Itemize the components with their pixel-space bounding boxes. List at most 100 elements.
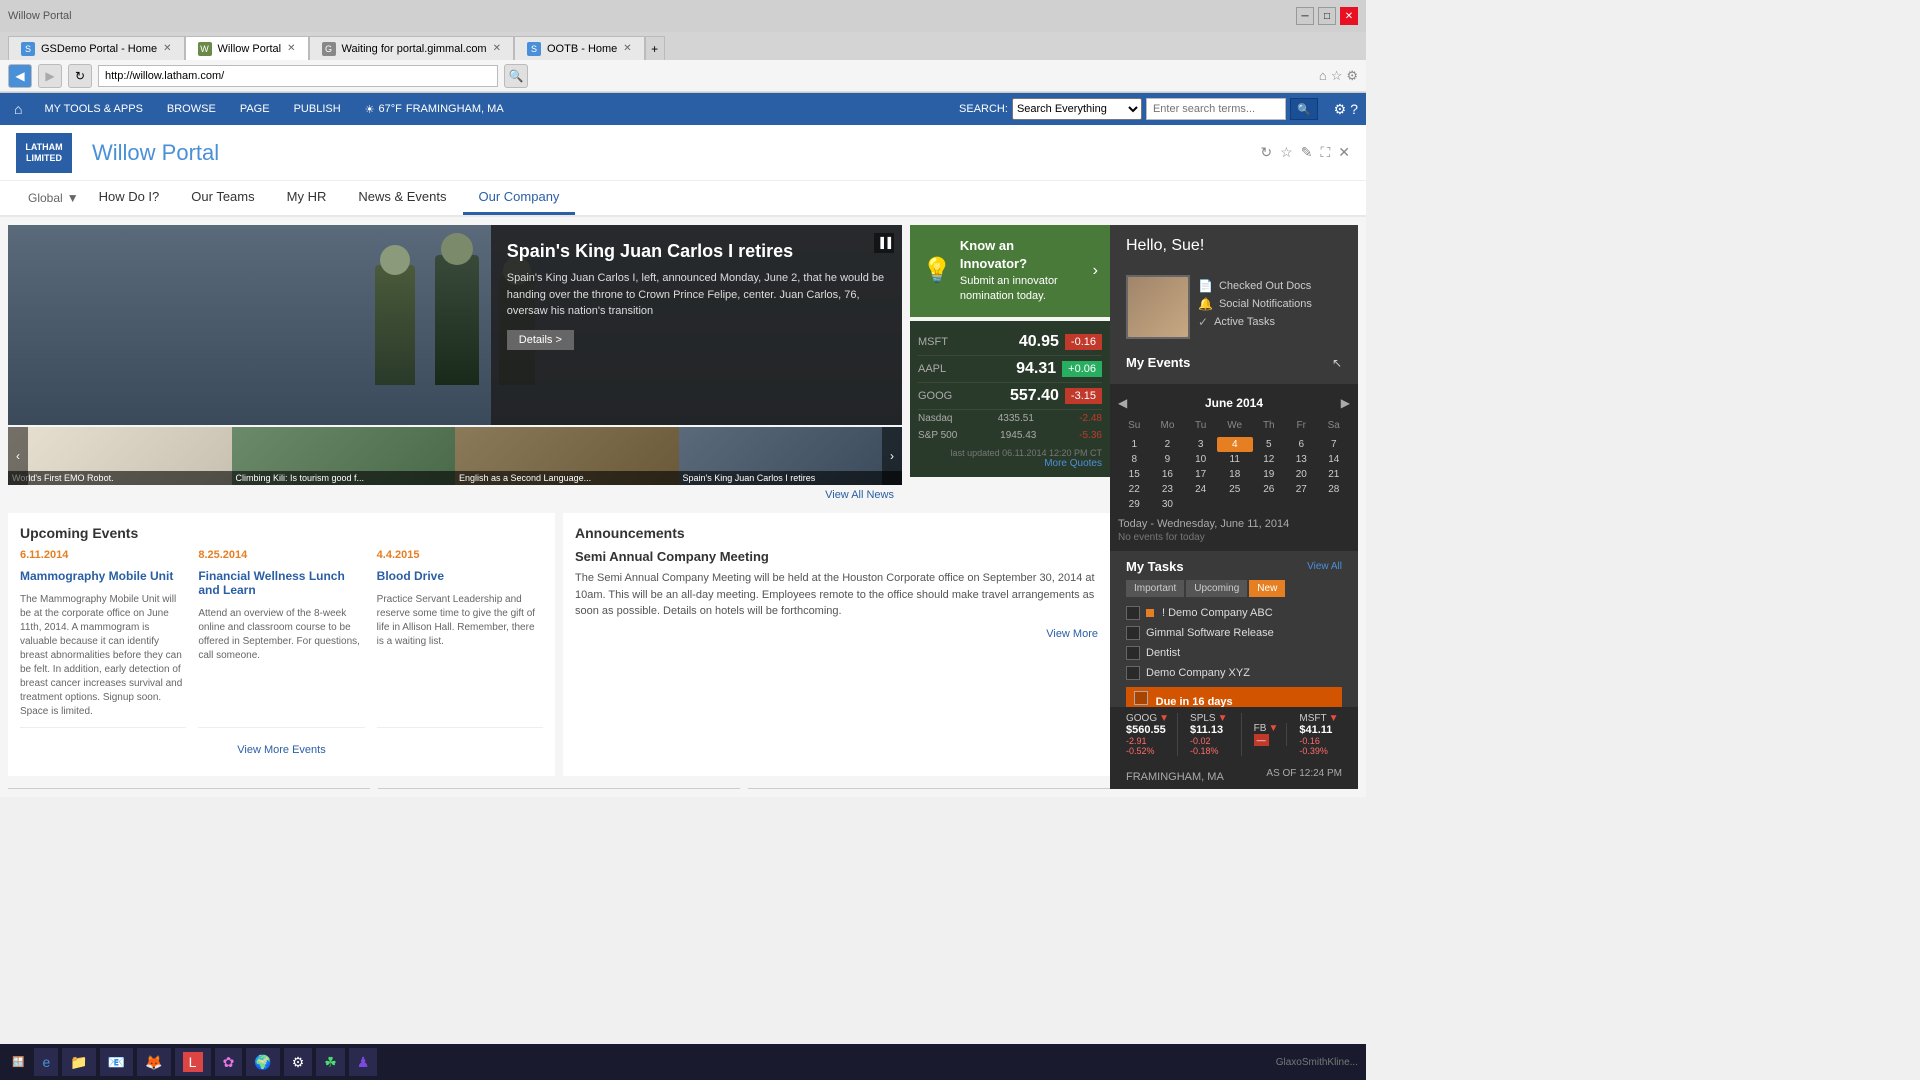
event-title-2[interactable]: Financial Wellness Lunch and Learn [198,569,364,597]
close-panel-icon[interactable]: ✕ [1338,144,1350,161]
cal-day[interactable]: 23 [1150,482,1184,497]
back-button[interactable]: ◀ [8,64,32,88]
thumbnail-1[interactable]: World's First EMO Robot. [8,427,232,485]
cal-day[interactable]: 6 [1285,437,1317,452]
cal-day[interactable]: 9 [1150,452,1184,467]
calendar-next-button[interactable]: ▶ [1341,396,1350,410]
task-tab-upcoming[interactable]: Upcoming [1186,580,1247,597]
cal-day[interactable]: 12 [1253,452,1285,467]
cal-day[interactable]: 20 [1285,467,1317,482]
cal-day[interactable]: 10 [1184,452,1216,467]
cal-day[interactable]: 21 [1318,467,1351,482]
slider-next-button[interactable]: › [882,427,902,485]
taskbar-app2[interactable]: ☘ [316,1048,345,1076]
nav-news-events[interactable]: News & Events [342,181,462,215]
location-info-bar[interactable]: My Location Information [748,788,1110,789]
my-tools-button[interactable]: MY TOOLS & APPS [36,99,150,119]
taskbar-ie[interactable]: e [34,1048,58,1076]
event-title-1[interactable]: Mammography Mobile Unit [20,569,186,583]
taskbar-app1[interactable]: ✿ [215,1048,243,1076]
cal-day[interactable]: 2 [1150,437,1184,452]
cal-day[interactable]: 25 [1217,482,1253,497]
page-button[interactable]: PAGE [232,99,278,119]
cal-day-today[interactable]: 4 [1217,437,1253,452]
slider-pause-button[interactable]: ▐▐ [874,233,894,253]
close-button[interactable]: ✕ [1340,7,1358,25]
cal-day[interactable]: 30 [1150,497,1184,512]
global-dropdown[interactable]: Global ▼ [24,183,83,213]
cal-day[interactable]: 11 [1217,452,1253,467]
cal-day[interactable]: 7 [1318,437,1351,452]
task-tab-important[interactable]: Important [1126,580,1184,597]
task-checkbox-1[interactable] [1126,606,1140,620]
cal-day[interactable]: 26 [1253,482,1285,497]
refresh-icon[interactable]: ↻ [1260,144,1272,161]
tab-willow[interactable]: W Willow Portal ✕ [185,36,309,60]
taskbar-settings[interactable]: ⚙ [284,1048,313,1076]
cal-day[interactable]: 28 [1318,482,1351,497]
hero-details-button[interactable]: Details > [507,330,574,350]
taskbar-explorer[interactable]: 📁 [62,1048,95,1076]
cal-day[interactable]: 18 [1217,467,1253,482]
bookmark-icon[interactable]: ☆ [1280,144,1293,161]
taskbar-outlook[interactable]: 📧 [100,1048,133,1076]
browse-button[interactable]: BROWSE [159,99,224,119]
settings-icon[interactable]: ⚙ [1346,68,1358,84]
task-tab-new[interactable]: New [1249,580,1285,597]
search-submit-button[interactable]: 🔍 [1290,98,1318,120]
taskbar-firefox[interactable]: 🦊 [137,1048,170,1076]
active-tasks-link[interactable]: ✓ Active Tasks [1198,315,1312,329]
task-checkbox-2[interactable] [1126,626,1140,640]
tab-ootb[interactable]: S OOTB - Home ✕ [514,36,645,60]
task-checkbox-4[interactable] [1126,666,1140,680]
cal-day[interactable]: 3 [1184,437,1216,452]
view-all-news-link[interactable]: View All News [8,485,902,505]
user-avatar[interactable] [1126,275,1190,339]
nav-my-hr[interactable]: My HR [271,181,343,215]
forward-button[interactable]: ▶ [38,64,62,88]
taskbar-lync[interactable]: L [175,1048,211,1076]
search-input[interactable] [1146,98,1286,120]
view-more-events-link[interactable]: View More Events [20,736,543,764]
cal-day[interactable]: 27 [1285,482,1317,497]
cal-day[interactable]: 5 [1253,437,1285,452]
tab-close-gsdemo[interactable]: ✕ [163,43,171,54]
minimize-button[interactable]: ─ [1296,7,1314,25]
cal-day[interactable]: 1 [1118,437,1150,452]
thumbnail-4[interactable]: Spain's King Juan Carlos I retires [679,427,903,485]
checked-out-docs-link[interactable]: 📄 Checked Out Docs [1198,279,1312,293]
more-quotes-link[interactable]: More Quotes [918,458,1102,469]
cal-day[interactable]: 22 [1118,482,1150,497]
slider-prev-button[interactable]: ‹ [8,427,28,485]
event-title-3[interactable]: Blood Drive [377,569,543,583]
home-icon[interactable]: ⌂ [8,97,28,121]
nav-our-teams[interactable]: Our Teams [175,181,270,215]
nav-how-do-i[interactable]: How Do I? [83,181,176,215]
publish-button[interactable]: PUBLISH [286,99,349,119]
tab-close-willow[interactable]: ✕ [287,43,295,54]
refresh-button[interactable]: ↻ [68,64,92,88]
taskbar-chrome[interactable]: 🌍 [246,1048,279,1076]
settings-gear-icon[interactable]: ⚙ [1334,101,1347,118]
cal-day[interactable]: 24 [1184,482,1216,497]
address-input[interactable] [98,65,498,87]
taskbar-app3[interactable]: ♟ [349,1048,378,1076]
nav-our-company[interactable]: Our Company [463,181,576,215]
thumbnail-2[interactable]: Climbing Kili: Is tourism good f... [232,427,456,485]
cal-day[interactable]: 29 [1118,497,1150,512]
new-tab-button[interactable]: + [645,36,665,60]
maximize-button[interactable]: □ [1318,7,1336,25]
tab-close-ootb[interactable]: ✕ [623,43,631,54]
cal-day[interactable]: 17 [1184,467,1216,482]
home-icon[interactable]: ⌂ [1319,68,1327,84]
search-scope-dropdown[interactable]: Search Everything [1012,98,1142,120]
edit-icon[interactable]: ✎ [1301,144,1313,161]
view-all-tasks-link[interactable]: View All [1307,561,1342,572]
view-more-announcements-link[interactable]: View More [575,620,1098,640]
cal-day[interactable]: 13 [1285,452,1317,467]
cal-day[interactable]: 8 [1118,452,1150,467]
cal-day[interactable]: 14 [1318,452,1351,467]
help-icon[interactable]: ? [1350,101,1358,117]
search-address-button[interactable]: 🔍 [504,64,528,88]
social-notifications-link[interactable]: 🔔 Social Notifications [1198,297,1312,311]
